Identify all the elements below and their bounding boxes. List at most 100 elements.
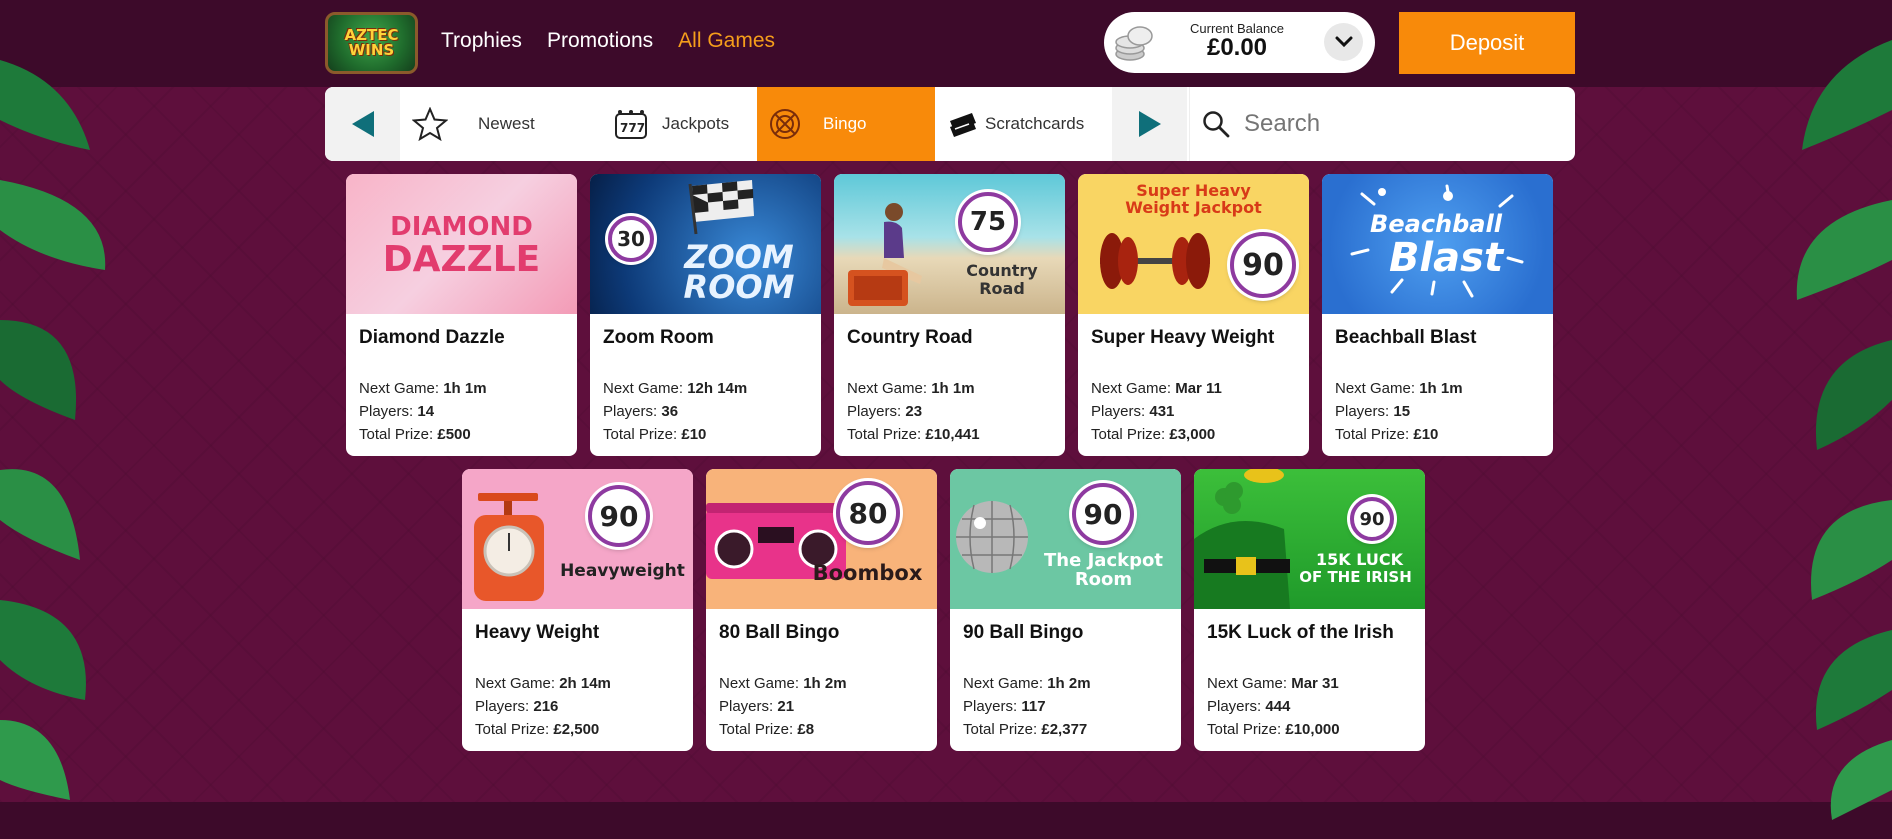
leprechaun-hat-illustration — [1194, 469, 1290, 609]
prize-value: £10 — [681, 426, 707, 443]
search-input[interactable] — [1244, 110, 1544, 138]
game-info: Next Game: 1h 1m Players: 14 Total Prize… — [359, 377, 487, 446]
prize-label: Total Prize: — [1335, 426, 1414, 443]
checkered-flag-icon — [688, 180, 754, 235]
category-prev-button[interactable] — [325, 87, 400, 161]
prize-value: £500 — [437, 426, 471, 443]
game-title: 15K Luck of the Irish — [1207, 622, 1394, 643]
prize-value: £10,441 — [925, 426, 980, 443]
players-label: Players: — [1091, 403, 1150, 420]
game-info: Next Game: 1h 1m Players: 15 Total Prize… — [1335, 377, 1463, 446]
next-game-label: Next Game: — [359, 380, 444, 397]
thumb-line-2: Road — [979, 279, 1025, 298]
category-next-button[interactable] — [1112, 87, 1187, 161]
next-game-value: 1h 2m — [803, 675, 847, 692]
game-title: 90 Ball Bingo — [963, 622, 1084, 643]
next-game-value: Mar 31 — [1291, 675, 1339, 692]
scales-illustration — [474, 493, 544, 601]
nav-all-games[interactable]: All Games — [678, 29, 775, 53]
category-jackpots[interactable]: 777 Jackpots — [598, 87, 778, 161]
thumb-line-2: DAZZLE — [382, 239, 541, 280]
game-thumbnail: 90 Heavyweight — [462, 469, 693, 609]
next-game-value: 1h 1m — [931, 380, 975, 397]
thumb-line-1: The Jackpot — [1044, 550, 1163, 571]
next-game-value: 2h 14m — [559, 675, 611, 692]
players-label: Players: — [1335, 403, 1394, 420]
game-thumbnail: Beachball Blast — [1322, 174, 1553, 314]
prize-label: Total Prize: — [719, 721, 798, 738]
jungle-leaves-left — [0, 60, 106, 800]
chevron-down-icon — [1335, 36, 1352, 48]
disco-ball-illustration — [956, 501, 1028, 573]
top-bar — [0, 0, 1892, 87]
scratchcard-icon — [950, 113, 976, 137]
game-info: Next Game: Mar 11 Players: 431 Total Pri… — [1091, 377, 1222, 446]
main-nav: Trophies Promotions All Games — [441, 29, 800, 53]
thumb-line-1: Super Heavy — [1136, 181, 1251, 200]
jungle-leaves-right — [1796, 40, 1892, 820]
game-info: Next Game: 2h 14m Players: 216 Total Pri… — [475, 672, 611, 741]
category-bingo[interactable]: Bingo — [757, 87, 935, 161]
game-card-country-road[interactable]: 75 Country Road Country Road Next Game: … — [834, 174, 1065, 456]
players-label: Players: — [719, 698, 778, 715]
bingo-ball: 90 — [1230, 232, 1296, 298]
players-value: 14 — [417, 403, 435, 420]
game-card-90-ball-bingo[interactable]: 90 The Jackpot Room 90 Ball Bingo Next G… — [950, 469, 1181, 751]
bingo-ball: 80 — [836, 481, 900, 545]
next-game-label: Next Game: — [847, 380, 932, 397]
thumb-line-1: 15K LUCK — [1316, 550, 1403, 569]
next-game-label: Next Game: — [963, 675, 1048, 692]
next-game-label: Next Game: — [603, 380, 688, 397]
players-value: 23 — [905, 403, 923, 420]
players-value: 15 — [1393, 403, 1411, 420]
next-game-label: Next Game: — [1207, 675, 1292, 692]
deposit-button[interactable]: Deposit — [1399, 12, 1575, 74]
game-thumbnail: 90 15K LUCK OF THE IRISH — [1194, 469, 1425, 609]
next-game-label: Next Game: — [1091, 380, 1176, 397]
coins-icon — [1115, 26, 1153, 61]
next-game-value: Mar 11 — [1175, 380, 1222, 397]
category-scratchcards[interactable]: Scratchcards — [935, 87, 1112, 161]
game-title: Beachball Blast — [1335, 327, 1477, 348]
footer-strip — [0, 802, 1892, 839]
players-label: Players: — [847, 403, 906, 420]
category-bar: Newest 777 Jackpots Bingo Scratchcards — [325, 87, 1575, 161]
bingo-ball: 90 — [588, 485, 650, 547]
prize-label: Total Prize: — [1091, 426, 1170, 443]
prize-value: £10 — [1413, 426, 1439, 443]
game-card-heavy-weight[interactable]: 90 Heavyweight Heavy Weight Next Game: 2… — [462, 469, 693, 751]
balance-dropdown-button[interactable] — [1324, 23, 1363, 61]
bingo-ball: 30 — [608, 216, 654, 262]
game-card-zoom-room[interactable]: 30 ZOOM ROOM Zoom Room Next Game: 12h 14… — [590, 174, 821, 456]
prize-label: Total Prize: — [359, 426, 438, 443]
nav-trophies[interactable]: Trophies — [441, 29, 522, 53]
game-card-super-heavy-weight[interactable]: Super Heavy Weight Jackpot 90 Super Heav… — [1078, 174, 1309, 456]
game-info: Next Game: 12h 14m Players: 36 Total Pri… — [603, 377, 747, 446]
bingo-ball: 75 — [958, 192, 1018, 252]
thumb-line-2: Blast — [1388, 235, 1504, 281]
game-title: Country Road — [847, 327, 973, 348]
next-game-value: 1h 2m — [1047, 675, 1091, 692]
search-box[interactable] — [1189, 87, 1575, 161]
site-logo[interactable]: AZTEC WINS — [325, 12, 418, 74]
next-game-value: 12h 14m — [687, 380, 748, 397]
players-value: 216 — [533, 698, 559, 715]
nav-promotions[interactable]: Promotions — [547, 29, 653, 53]
prize-value: £3,000 — [1169, 426, 1216, 443]
bingo-ball: 90 — [1350, 497, 1394, 541]
category-newest[interactable]: Newest — [400, 87, 598, 161]
game-card-80-ball-bingo[interactable]: 80 Boombox 80 Ball Bingo Next Game: 1h 2… — [706, 469, 937, 751]
category-label: Bingo — [823, 114, 867, 133]
dumbbell-icon — [1100, 233, 1210, 289]
arrow-right-icon — [1138, 111, 1161, 137]
game-card-beachball-blast[interactable]: Beachball Blast Beachball Blast Next Gam… — [1322, 174, 1553, 456]
thumb-line-2: Room — [1074, 569, 1133, 590]
game-thumbnail: 80 Boombox — [706, 469, 937, 609]
game-card-15k-luck-of-the-irish[interactable]: 90 15K LUCK OF THE IRISH 15K Luck of the… — [1194, 469, 1425, 751]
balance-value: £0.00 — [1206, 34, 1268, 61]
thumb-line-1: DIAMOND — [390, 212, 533, 242]
game-card-diamond-dazzle[interactable]: DIAMOND DAZZLE Diamond Dazzle Next Game:… — [346, 174, 577, 456]
bingo-ball: 90 — [1072, 483, 1134, 545]
prize-label: Total Prize: — [963, 721, 1042, 738]
prize-value: £2,500 — [553, 721, 600, 738]
